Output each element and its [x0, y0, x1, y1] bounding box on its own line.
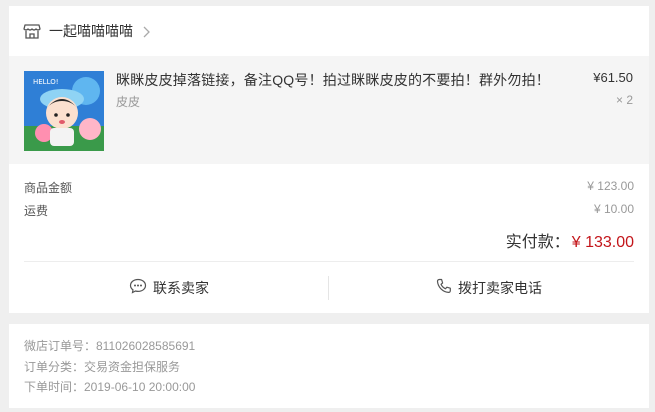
order-category: 订单分类：交易资金担保服务 [24, 360, 181, 374]
goods-amount-label: 商品金额 [24, 181, 73, 195]
order-card: 一起喵喵喵喵 HELLO! 眯眯皮皮掉落链接，备注QQ号！拍过眯眯皮皮的不要拍！… [9, 6, 649, 313]
phone-icon [436, 278, 458, 297]
shipping-row: 运费 ¥ 10.00 [24, 202, 634, 220]
shop-name: 一起喵喵喵喵 [49, 23, 133, 39]
chevron-right-icon [143, 25, 151, 38]
order-info-card: 微店订单号：811026028585691 订单分类：交易资金担保服务 下单时间… [9, 324, 649, 408]
product-quantity: × 2 [615, 93, 633, 107]
call-seller-button[interactable]: 拨打卖家电话 [329, 262, 649, 313]
shipping-value: ¥ 10.00 [593, 202, 634, 216]
contact-seller-button[interactable]: 联系卖家 [9, 262, 329, 313]
product-row[interactable]: HELLO! 眯眯皮皮掉落链接，备注QQ号！拍过眯眯皮皮的不要拍！群外勿拍！ 皮… [9, 56, 649, 164]
product-thumbnail[interactable]: HELLO! [24, 71, 104, 151]
goods-amount-row: 商品金额 ¥ 123.00 [24, 179, 634, 197]
total-value: ¥ 133.00 [571, 234, 634, 251]
product-price: ¥61.50 [593, 70, 633, 85]
contact-seller-label: 联系卖家 [153, 279, 209, 296]
order-number: 微店订单号：811026028585691 [24, 339, 196, 353]
goods-amount-value: ¥ 123.00 [587, 179, 634, 193]
action-separator [328, 276, 329, 300]
shop-header[interactable]: 一起喵喵喵喵 [9, 6, 649, 56]
total-label: 实付款： [505, 234, 570, 251]
store-icon [23, 22, 41, 40]
action-bar: 联系卖家 拨打卖家电话 [9, 262, 649, 313]
shipping-label: 运费 [24, 204, 49, 218]
product-title: 眯眯皮皮掉落链接，备注QQ号！拍过眯眯皮皮的不要拍！群外勿拍！ [116, 72, 550, 88]
total-paid: 实付款： ¥ 133.00 [506, 228, 634, 252]
order-created-time: 下单时间：2019-06-10 20:00:00 [24, 380, 196, 394]
chat-bubble-icon [129, 278, 153, 297]
call-seller-label: 拨打卖家电话 [458, 279, 542, 296]
svg-text:HELLO!: HELLO! [33, 78, 59, 86]
product-sku: 皮皮 [116, 95, 141, 109]
